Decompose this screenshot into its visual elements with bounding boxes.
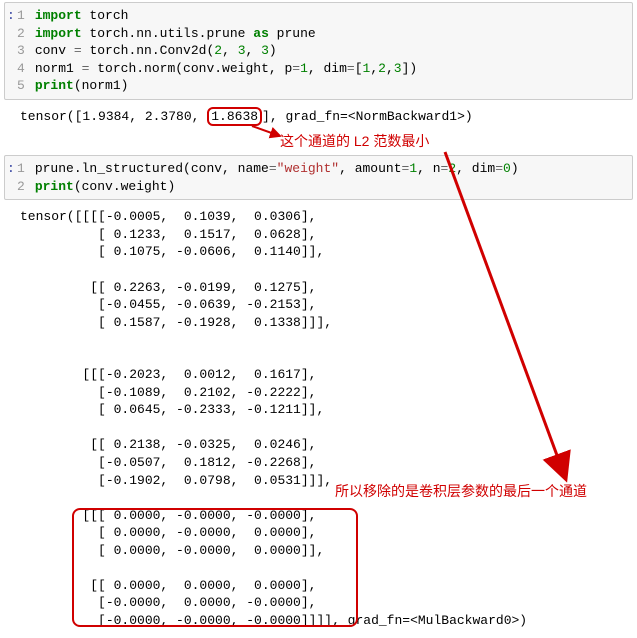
eq: = <box>347 61 355 76</box>
code-text: , n <box>417 161 440 176</box>
output-2: tensor([[[[-0.0005, 0.1039, 0.0306], [ 0… <box>0 208 637 637</box>
code-text: , <box>386 61 394 76</box>
code-text: ]) <box>402 61 418 76</box>
gutter-1: 1 2 3 4 5 <box>15 3 31 99</box>
str: "weight" <box>277 161 339 176</box>
code-text: , dim <box>308 61 347 76</box>
code-text: , <box>246 43 262 58</box>
output-tensor-top: tensor([[[[-0.0005, 0.1039, 0.0306], [ 0… <box>20 209 332 487</box>
code-text: torch.nn.Conv2d( <box>82 43 215 58</box>
output-text: , grad_fn=<MulBackward0>) <box>332 613 527 628</box>
num: 2 <box>214 43 222 58</box>
num: 3 <box>261 43 269 58</box>
kw-import: import <box>35 26 82 41</box>
output-text: tensor([1.9384, 2.3780, <box>20 109 207 124</box>
num: 2 <box>448 161 456 176</box>
eq: = <box>495 161 503 176</box>
eq: = <box>292 61 300 76</box>
code-text: , <box>222 43 238 58</box>
kw-print: print <box>35 179 74 194</box>
code-text: prune <box>269 26 316 41</box>
code-text: ) <box>269 43 277 58</box>
code-cell-1: : 1 2 3 4 5 import torch import torch.nn… <box>4 2 633 100</box>
output-tensor-zero: [[[ 0.0000, -0.0000, -0.0000], [ 0.0000,… <box>20 508 332 628</box>
output-min-norm: 1.8638 <box>207 107 262 126</box>
code-text: , dim <box>456 161 495 176</box>
code-text: torch.nn.utils.prune <box>82 26 254 41</box>
code-text: (norm1) <box>74 78 129 93</box>
num: 2 <box>378 61 386 76</box>
code-text: torch <box>82 8 129 23</box>
code-text: prune.ln_structured(conv, name <box>35 161 269 176</box>
code-text: conv <box>35 43 74 58</box>
kw-import: import <box>35 8 82 23</box>
annotation-min-norm: 这个通道的 L2 范数最小 <box>280 132 429 151</box>
code-text: , <box>370 61 378 76</box>
gutter-2: 1 2 <box>15 156 31 199</box>
code-text: ) <box>511 161 519 176</box>
code-lines-2: prune.ln_structured(conv, name="weight",… <box>31 156 523 199</box>
code-lines-1: import torch import torch.nn.utils.prune… <box>31 3 421 99</box>
kw-as: as <box>253 26 269 41</box>
in-prompt-1: : <box>5 3 15 99</box>
output-1: tensor([1.9384, 2.3780, 1.8638], grad_fn… <box>0 108 637 134</box>
output-text: ], grad_fn=<NormBackward1>) <box>262 109 473 124</box>
code-text: torch.norm(conv.weight, p <box>89 61 292 76</box>
in-prompt-2: : <box>5 156 15 199</box>
code-cell-2: : 1 2 prune.ln_structured(conv, name="we… <box>4 155 633 200</box>
num: 0 <box>503 161 511 176</box>
num: 3 <box>394 61 402 76</box>
num: 1 <box>300 61 308 76</box>
eq: = <box>74 43 82 58</box>
code-text: [ <box>355 61 363 76</box>
kw-print: print <box>35 78 74 93</box>
code-text: norm1 <box>35 61 82 76</box>
num: 1 <box>409 161 417 176</box>
code-text: , amount <box>339 161 401 176</box>
num: 3 <box>238 43 246 58</box>
eq: = <box>269 161 277 176</box>
code-text: (conv.weight) <box>74 179 175 194</box>
